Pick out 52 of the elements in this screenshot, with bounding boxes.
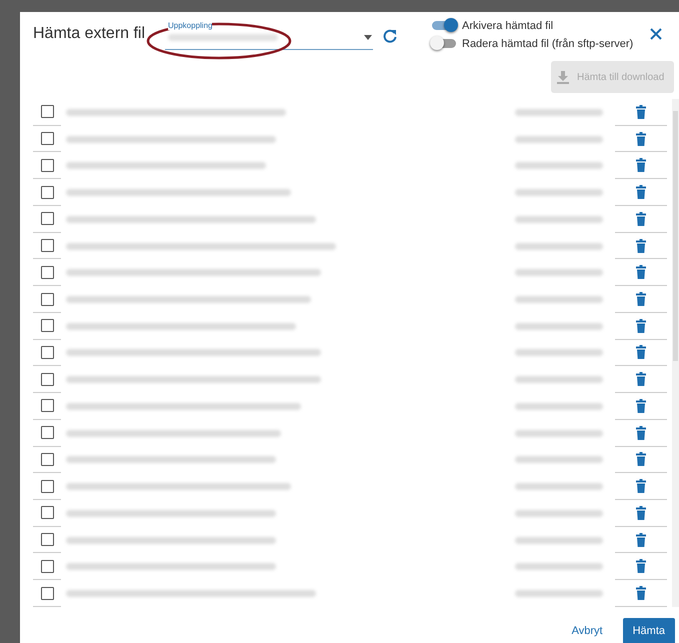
scrollbar[interactable] xyxy=(672,99,679,607)
trash-icon[interactable] xyxy=(636,559,646,574)
checkbox[interactable] xyxy=(40,132,54,146)
trash-icon[interactable] xyxy=(636,345,646,360)
toggle-switch[interactable] xyxy=(432,39,456,48)
checkbox[interactable] xyxy=(40,319,54,332)
checkbox[interactable] xyxy=(40,105,54,118)
trash-icon[interactable] xyxy=(636,132,646,146)
checkbox[interactable] xyxy=(40,586,54,600)
connection-dropdown[interactable]: Uppkoppling xyxy=(165,21,373,50)
checkbox[interactable] xyxy=(40,533,54,546)
download-icon xyxy=(557,70,569,84)
refresh-icon[interactable] xyxy=(383,29,397,43)
trash-icon[interactable] xyxy=(636,238,646,253)
trash-icon[interactable] xyxy=(636,185,646,200)
checkbox[interactable] xyxy=(40,560,54,573)
checkbox[interactable] xyxy=(40,480,54,493)
trash-icon[interactable] xyxy=(636,265,646,280)
dialog-title: Hämta extern fil xyxy=(33,25,146,43)
checkbox[interactable] xyxy=(40,399,54,412)
trash-icon[interactable] xyxy=(636,479,646,494)
checkbox[interactable] xyxy=(40,266,54,279)
checkbox[interactable] xyxy=(40,372,54,386)
trash-icon[interactable] xyxy=(636,586,646,600)
toggle-switch[interactable] xyxy=(432,21,456,30)
fetch-button[interactable]: Hämta xyxy=(622,618,675,643)
trash-icon[interactable] xyxy=(636,104,646,119)
caret-icon[interactable] xyxy=(364,35,372,40)
trash-icon[interactable] xyxy=(636,158,646,172)
checkbox[interactable] xyxy=(40,158,54,172)
close-icon[interactable] xyxy=(650,28,662,40)
checkbox[interactable] xyxy=(40,292,54,306)
trash-icon[interactable] xyxy=(636,212,646,226)
checkbox[interactable] xyxy=(40,506,54,520)
trash-icon[interactable] xyxy=(636,532,646,547)
trash-icon[interactable] xyxy=(636,398,646,413)
trash-icon[interactable] xyxy=(636,292,646,306)
trash-icon[interactable] xyxy=(636,426,646,440)
trash-icon[interactable] xyxy=(636,506,646,520)
toggle-label: Arkivera hämtad fil xyxy=(462,20,554,32)
checkbox[interactable] xyxy=(40,452,54,466)
checkbox[interactable] xyxy=(40,426,54,440)
toggle-label: Radera hämtad fil (från sftp-server) xyxy=(462,38,634,50)
trash-icon[interactable] xyxy=(636,372,646,386)
checkbox[interactable] xyxy=(40,212,54,226)
cancel-button[interactable]: Avbryt xyxy=(562,618,613,643)
field-label: Uppkoppling xyxy=(168,21,212,30)
checkbox[interactable] xyxy=(40,239,54,252)
trash-icon[interactable] xyxy=(636,318,646,333)
checkbox[interactable] xyxy=(40,346,54,359)
trash-icon[interactable] xyxy=(636,452,646,466)
checkbox[interactable] xyxy=(40,186,54,199)
